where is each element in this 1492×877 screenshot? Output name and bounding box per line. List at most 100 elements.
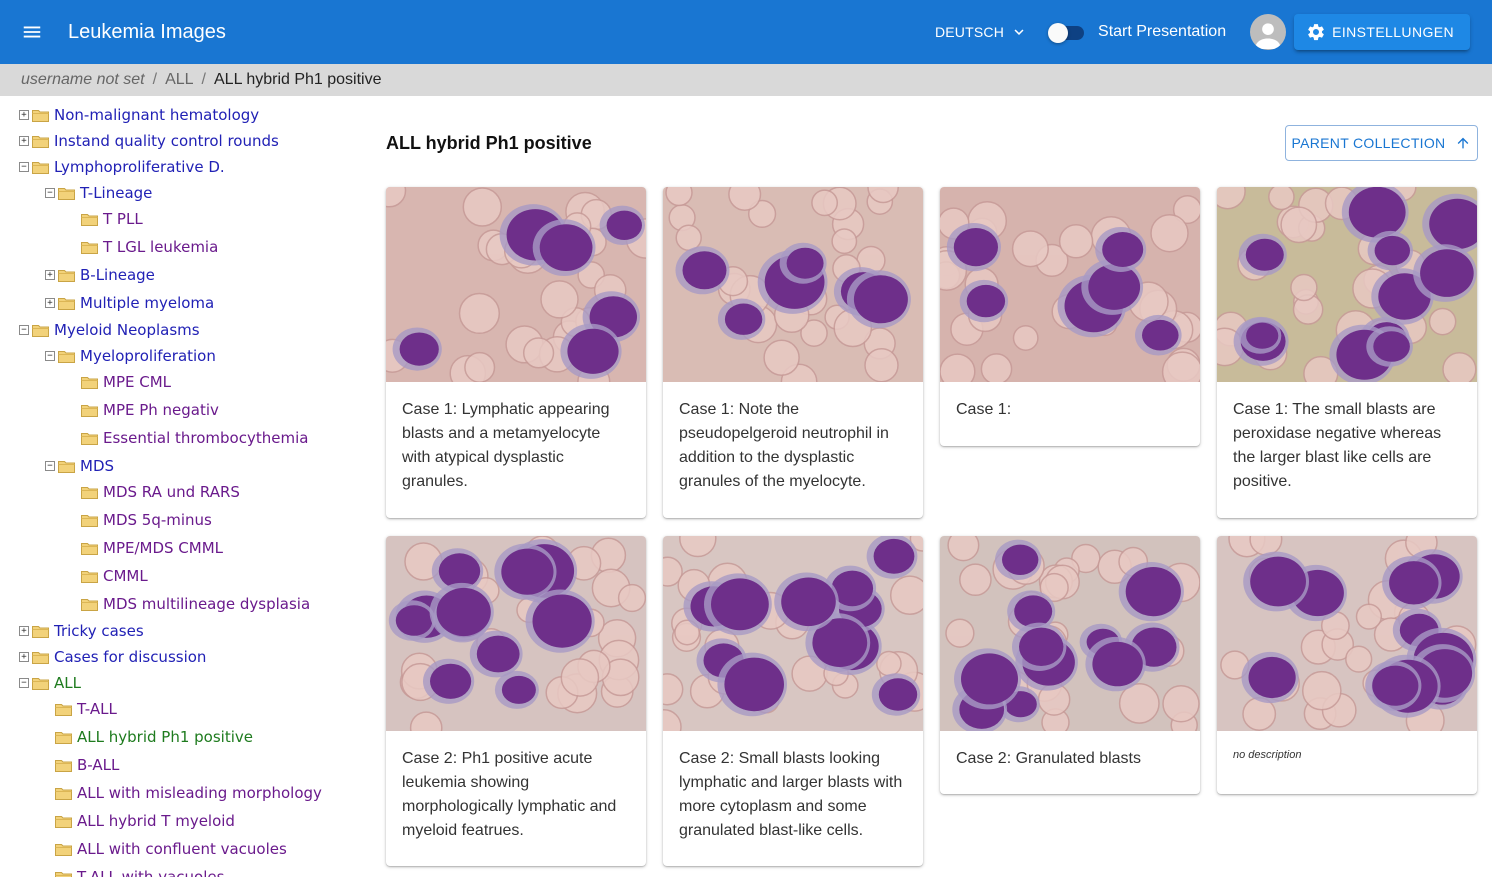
tree-item[interactable]: Essential thrombocythemia [81, 427, 308, 449]
card-image[interactable] [386, 187, 646, 382]
tree-item[interactable]: − Myeloid Neoplasms [19, 319, 200, 341]
tree-item[interactable]: − T-Lineage [45, 182, 152, 204]
collapse-icon[interactable]: − [45, 351, 55, 361]
tree-item[interactable]: + Multiple myeloma [45, 292, 214, 314]
tree-item[interactable]: ALL hybrid Ph1 positive [55, 726, 253, 748]
tree-item[interactable]: MPE CML [81, 371, 171, 393]
image-card[interactable]: no description [1217, 536, 1477, 794]
tree-item[interactable]: MDS multilineage dysplasia [81, 593, 310, 615]
chevron-down-icon [1014, 29, 1024, 35]
tree-item[interactable]: + B-Lineage [45, 264, 155, 286]
tree-item-label: Essential thrombocythemia [103, 429, 309, 447]
tree-item[interactable]: MDS 5q-minus [81, 509, 212, 531]
card-image[interactable] [940, 187, 1200, 382]
folder-icon [81, 598, 98, 611]
tree-item[interactable]: MDS RA und RARS [81, 481, 240, 503]
card-image[interactable] [663, 536, 923, 731]
card-description: Case 1: Note the pseudopelgeroid neutrop… [679, 401, 889, 490]
tree-item-label: MDS multilineage dysplasia [103, 595, 311, 613]
expand-icon[interactable]: + [19, 110, 29, 120]
image-card[interactable]: Case 2: Granulated blasts [940, 536, 1200, 794]
card-description: no description [1233, 749, 1302, 761]
tree-item-label: T LGL leukemia [103, 238, 219, 256]
language-select[interactable]: DEUTSCH [935, 23, 1028, 41]
tree-item[interactable]: T LGL leukemia [81, 236, 218, 258]
tree-item[interactable]: ALL hybrid T myeloid [55, 810, 235, 832]
card-description: Case 1: Lymphatic appearing blasts and a… [402, 401, 610, 490]
tree-item-label: Lymphoproliferative D. [54, 158, 225, 176]
folder-icon [32, 135, 49, 148]
tree-item[interactable]: + Cases for discussion [19, 646, 206, 668]
presentation-toggle[interactable] [1048, 22, 1085, 43]
app-title: Leukemia Images [68, 20, 226, 43]
folder-icon [55, 703, 72, 716]
tree-item-label: ALL hybrid Ph1 positive [77, 728, 253, 746]
tree-item[interactable]: T-ALL with vacuoles [55, 866, 224, 877]
tree-item[interactable]: + Non-malignant hematology [19, 104, 259, 126]
collapse-icon[interactable]: − [45, 461, 55, 471]
tree-item-label: MPE Ph negativ [103, 401, 219, 419]
expand-icon[interactable]: + [19, 626, 29, 636]
card-image[interactable] [1217, 187, 1477, 382]
tree-item-label: MPE CML [103, 373, 172, 391]
breadcrumb: username not set / ALL / ALL hybrid Ph1 … [0, 64, 1492, 96]
image-card[interactable]: Case 2: Small blasts looking lymphatic a… [663, 536, 923, 866]
tree-item-label: ALL with misleading morphology [77, 784, 322, 802]
folder-icon [81, 542, 98, 555]
folder-icon [81, 213, 98, 226]
tree-item[interactable]: + Instand quality control rounds [19, 130, 279, 152]
app-bar: Leukemia Images DEUTSCH Start Presentati… [0, 0, 1492, 64]
tree-item[interactable]: − ALL [19, 672, 81, 694]
expand-icon[interactable]: + [45, 298, 55, 308]
card-image[interactable] [663, 187, 923, 382]
image-card[interactable]: Case 2: Ph1 positive acute leukemia show… [386, 536, 646, 866]
image-card[interactable]: Case 1: [940, 187, 1200, 446]
collapse-icon[interactable]: − [19, 325, 29, 335]
collapse-icon[interactable]: − [19, 678, 29, 688]
card-description: Case 2: Granulated blasts [956, 750, 1141, 767]
tree-item-label: CMML [103, 567, 148, 585]
card-description: Case 2: Small blasts looking lymphatic a… [679, 750, 903, 839]
tree-item[interactable]: ALL with misleading morphology [55, 782, 322, 804]
folder-icon [55, 787, 72, 800]
tree-item[interactable]: MPE/MDS CMML [81, 537, 223, 559]
avatar[interactable] [1250, 14, 1287, 50]
tree-item[interactable]: T-ALL [55, 698, 117, 720]
image-card[interactable]: Case 1: Lymphatic appearing blasts and a… [386, 187, 646, 518]
tree-item-label: Tricky cases [54, 622, 144, 640]
expand-icon[interactable]: + [19, 136, 29, 146]
collection-tree: + Non-malignant hematology + Instand qualit… [0, 96, 350, 877]
card-image[interactable] [386, 536, 646, 731]
tree-item[interactable]: T PLL [81, 208, 143, 230]
tree-item[interactable]: MPE Ph negativ [81, 399, 219, 421]
card-image[interactable] [940, 536, 1200, 731]
parent-collection-button[interactable]: PARENT COLLECTION [1285, 125, 1478, 161]
gear-icon [1308, 24, 1324, 41]
tree-item[interactable]: ALL with confluent vacuoles [55, 838, 287, 860]
card-description: Case 1: The small blasts are peroxidase … [1233, 401, 1442, 490]
tree-item-label: Multiple myeloma [80, 294, 215, 312]
card-image[interactable] [1217, 536, 1477, 731]
image-card[interactable]: Case 1: Note the pseudopelgeroid neutrop… [663, 187, 923, 518]
folder-icon [81, 241, 98, 254]
tree-item-label: T PLL [103, 210, 143, 228]
image-card[interactable]: Case 1: The small blasts are peroxidase … [1217, 187, 1477, 518]
tree-item[interactable]: + Tricky cases [19, 620, 144, 642]
collapse-icon[interactable]: − [19, 162, 29, 172]
expand-icon[interactable]: + [19, 652, 29, 662]
folder-icon [58, 350, 75, 363]
tree-item[interactable]: − Lymphoproliferative D. [19, 156, 225, 178]
settings-button[interactable]: EINSTELLUNGEN [1294, 14, 1470, 50]
tree-item[interactable]: CMML [81, 565, 148, 587]
collapse-icon[interactable]: − [45, 188, 55, 198]
tree-item[interactable]: B-ALL [55, 754, 119, 776]
expand-icon[interactable]: + [45, 270, 55, 280]
tree-item-label: ALL with confluent vacuoles [77, 840, 287, 858]
folder-icon [81, 432, 98, 445]
tree-item[interactable]: − Myeloproliferation [45, 345, 216, 367]
breadcrumb-item-all[interactable]: ALL [165, 71, 193, 89]
tree-item[interactable]: − MDS [45, 455, 114, 477]
breadcrumb-separator: / [152, 71, 158, 88]
folder-icon [58, 187, 75, 200]
menu-icon[interactable] [0, 0, 64, 64]
